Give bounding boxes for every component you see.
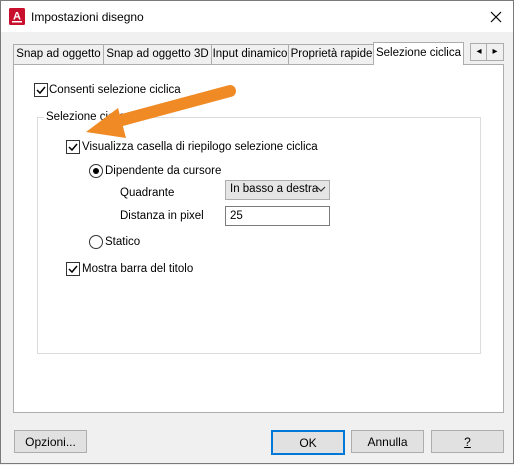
tab-object-snap[interactable]: Snap ad oggetto [13, 44, 104, 64]
show-list-box-checkbox[interactable] [66, 140, 80, 154]
arrow-left-icon: ◂ [476, 46, 482, 57]
quadrant-label: Quadrante [120, 187, 175, 199]
checkmark-icon [68, 143, 78, 152]
tab-quick-properties[interactable]: Proprietà rapide [288, 44, 375, 64]
pixel-distance-label: Distanza in pixel [120, 210, 204, 222]
static-radio[interactable] [89, 235, 103, 249]
quadrant-value: In basso a destra [230, 183, 319, 195]
arrow-right-icon: ▸ [492, 46, 498, 57]
tab-scroll-right-button[interactable]: ▸ [486, 43, 504, 61]
show-title-bar-checkbox[interactable] [66, 262, 80, 276]
quadrant-dropdown[interactable]: In basso a destra [225, 180, 330, 200]
cancel-button[interactable]: Annulla [351, 430, 424, 453]
enable-cycling-checkbox[interactable] [34, 83, 48, 97]
close-button[interactable] [479, 2, 513, 31]
checkmark-icon [36, 86, 46, 95]
static-label: Statico [105, 236, 141, 248]
help-button-label: ? [464, 434, 471, 449]
drawing-settings-dialog: A Impostazioni disegno Snap ad oggetto S… [0, 0, 514, 464]
tab-3d-object-snap[interactable]: Snap ad oggetto 3D [103, 44, 212, 64]
title-bar: A Impostazioni disegno [1, 1, 513, 32]
autocad-app-icon: A [9, 8, 25, 25]
checkmark-icon [68, 265, 78, 274]
show-title-bar-label: Mostra barra del titolo [82, 263, 194, 275]
cancel-button-label: Annulla [367, 434, 408, 449]
show-list-box-label: Visualizza casella di riepilogo selezion… [82, 141, 318, 153]
ok-button-label: OK [299, 435, 317, 450]
ok-button[interactable]: OK [271, 430, 345, 455]
tab-dynamic-input[interactable]: Input dinamico [211, 44, 289, 64]
window-title: Impostazioni disegno [31, 10, 144, 24]
enable-cycling-label: Consenti selezione ciclica [49, 84, 181, 96]
tab-selection-cycling[interactable]: Selezione ciclica [373, 42, 464, 65]
options-button-label: Opzioni... [25, 434, 76, 449]
close-icon [490, 11, 502, 22]
cursor-dependent-radio[interactable] [89, 164, 103, 178]
options-button[interactable]: Opzioni... [14, 430, 87, 453]
help-button[interactable]: ? [431, 430, 504, 453]
pixel-distance-value: 25 [230, 210, 243, 222]
cursor-dependent-label: Dipendente da cursore [105, 165, 222, 177]
pixel-distance-input[interactable]: 25 [225, 206, 330, 226]
chevron-down-icon [316, 186, 326, 192]
group-title: Selezione ciclica [44, 111, 134, 123]
app-icon-letter: A [13, 11, 21, 23]
